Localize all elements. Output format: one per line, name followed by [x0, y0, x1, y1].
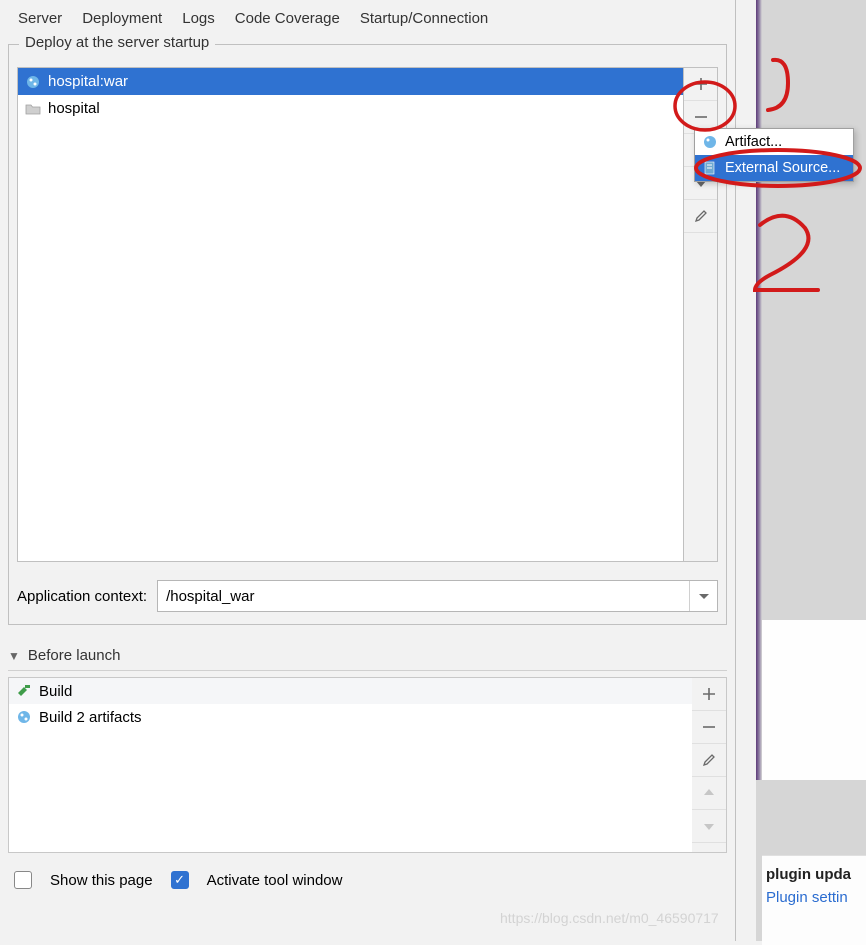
- bl-add-button[interactable]: [692, 678, 726, 711]
- show-this-page-checkbox[interactable]: [14, 871, 32, 889]
- before-launch-item[interactable]: Build 2 artifacts: [9, 704, 692, 730]
- before-launch-header[interactable]: ▼ Before launch: [8, 647, 727, 671]
- edit-button[interactable]: [684, 200, 717, 233]
- activate-tool-window-checkbox[interactable]: ✓: [171, 871, 189, 889]
- plus-icon: [701, 686, 717, 702]
- popup-item-artifact[interactable]: Artifact...: [695, 129, 853, 155]
- web-artifact-icon: [24, 73, 42, 91]
- chevron-down-icon: [696, 588, 712, 604]
- deploy-list[interactable]: hospital:war hospital: [17, 67, 684, 562]
- deploy-item-label: hospital:war: [48, 73, 128, 90]
- context-label: Application context:: [17, 588, 147, 605]
- deploy-item[interactable]: hospital: [18, 95, 683, 122]
- plugin-update-title: plugin upda: [766, 866, 866, 883]
- deploy-container: hospital:war hospital: [17, 67, 718, 562]
- popup-item-label: Artifact...: [725, 134, 782, 150]
- deploy-item[interactable]: hospital:war: [18, 68, 683, 95]
- options-row: Show this page ✓ Activate tool window: [14, 871, 721, 889]
- tab-deployment[interactable]: Deployment: [72, 4, 172, 38]
- bl-up-button[interactable]: [692, 777, 726, 810]
- before-launch-item[interactable]: Build: [9, 678, 692, 704]
- toolbar-spacer: [684, 233, 717, 561]
- collapse-arrow-icon: ▼: [8, 649, 20, 663]
- tab-logs[interactable]: Logs: [172, 4, 225, 38]
- tab-server[interactable]: Server: [8, 4, 72, 38]
- deploy-item-label: hospital: [48, 100, 100, 117]
- before-launch-container: Build Build 2 artifacts: [8, 677, 727, 853]
- minus-icon: [701, 719, 717, 735]
- plugin-settings-link[interactable]: Plugin settin: [766, 889, 866, 906]
- application-context-input[interactable]: [158, 581, 689, 611]
- watermark-text: https://blog.csdn.net/m0_46590717: [500, 910, 719, 926]
- tab-code-coverage[interactable]: Code Coverage: [225, 4, 350, 38]
- hammer-icon: [15, 682, 33, 700]
- context-dropdown-button[interactable]: [689, 581, 717, 611]
- bl-remove-button[interactable]: [692, 711, 726, 744]
- show-this-page-label: Show this page: [50, 872, 153, 889]
- before-launch-section: ▼ Before launch Build Build 2 artifacts: [8, 647, 727, 853]
- deploy-legend: Deploy at the server startup: [19, 34, 215, 51]
- activate-tool-window-label: Activate tool window: [207, 872, 343, 889]
- web-artifact-icon: [15, 708, 33, 726]
- config-panel: Server Deployment Logs Code Coverage Sta…: [0, 0, 736, 941]
- popup-item-external-source[interactable]: External Source...: [695, 155, 853, 181]
- pencil-icon: [701, 752, 717, 768]
- plugin-notification: plugin upda Plugin settin: [762, 855, 866, 945]
- deploy-groupbox: Deploy at the server startup hospital:wa…: [8, 44, 727, 625]
- bl-down-button[interactable]: [692, 810, 726, 843]
- document-icon: [701, 159, 719, 177]
- popup-item-label: External Source...: [725, 160, 840, 176]
- add-popup-menu: Artifact... External Source...: [694, 128, 854, 182]
- minus-icon: [693, 109, 709, 125]
- tab-startup-connection[interactable]: Startup/Connection: [350, 4, 498, 38]
- before-launch-title: Before launch: [28, 647, 121, 664]
- chevron-up-icon: [701, 785, 717, 801]
- tabs-bar: Server Deployment Logs Code Coverage Sta…: [0, 0, 735, 38]
- pencil-icon: [693, 208, 709, 224]
- application-context-combo[interactable]: [157, 580, 718, 612]
- plus-icon: [693, 76, 709, 92]
- background-image-area: [762, 620, 866, 780]
- before-launch-list[interactable]: Build Build 2 artifacts: [9, 678, 692, 852]
- before-launch-item-label: Build 2 artifacts: [39, 709, 142, 726]
- context-row: Application context:: [17, 580, 718, 612]
- before-launch-toolbar: [692, 678, 726, 852]
- before-launch-item-label: Build: [39, 683, 72, 700]
- bl-edit-button[interactable]: [692, 744, 726, 777]
- add-button[interactable]: [684, 68, 717, 101]
- chevron-down-icon: [701, 818, 717, 834]
- web-artifact-icon: [701, 133, 719, 151]
- folder-icon: [24, 100, 42, 118]
